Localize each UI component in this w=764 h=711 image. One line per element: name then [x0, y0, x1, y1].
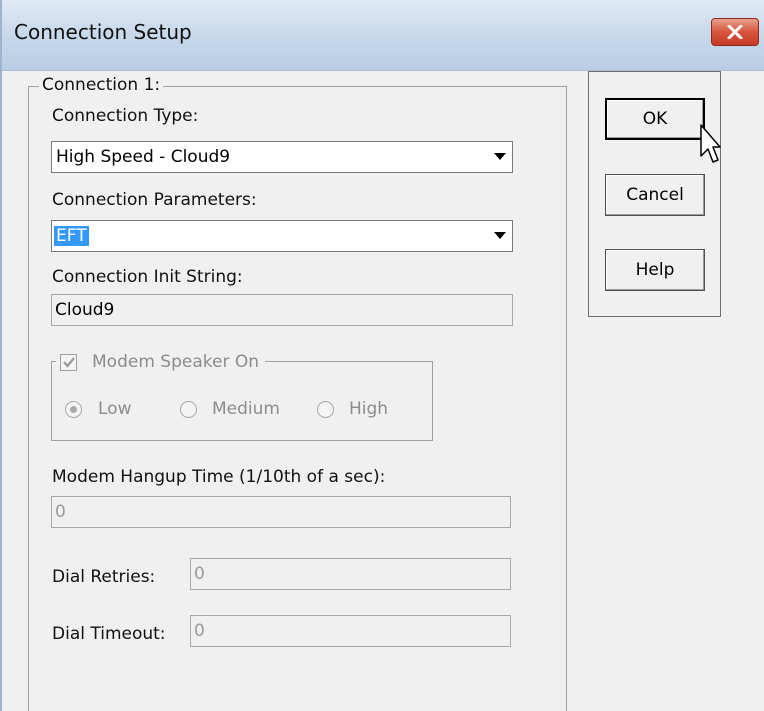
init-string-label: Connection Init String: — [52, 267, 243, 287]
ok-button[interactable]: OK — [605, 98, 705, 140]
title-bar[interactable]: Connection Setup — [2, 0, 764, 71]
connection-parameters-select[interactable]: EFT — [51, 220, 513, 252]
modem-speaker-checkbox[interactable] — [60, 354, 77, 371]
modem-speaker-label: Modem Speaker On — [92, 352, 259, 372]
dial-timeout-label: Dial Timeout: — [52, 624, 166, 644]
modem-speaker-header[interactable]: Modem Speaker On — [56, 351, 265, 373]
connection-setup-dialog: Connection Setup Connection 1: Connectio… — [0, 0, 764, 711]
dialog-client-area: Connection 1: Connection Type: High Spee… — [2, 71, 764, 711]
speaker-low-label: Low — [98, 399, 132, 419]
speaker-medium-radio[interactable] — [180, 401, 197, 418]
dropdown-arrow-icon[interactable] — [490, 144, 510, 170]
speaker-high-radio[interactable] — [317, 401, 334, 418]
speaker-high-label: High — [349, 399, 389, 419]
connection-parameters-value: EFT — [54, 226, 89, 246]
close-x-icon — [727, 25, 743, 39]
hangup-time-field[interactable]: 0 — [51, 496, 511, 528]
dial-timeout-field[interactable]: 0 — [190, 615, 511, 647]
dropdown-arrow-icon[interactable] — [490, 223, 510, 249]
speaker-low-radio[interactable] — [65, 401, 82, 418]
dial-retries-field[interactable]: 0 — [190, 558, 511, 590]
help-button[interactable]: Help — [605, 249, 705, 291]
connection-group-legend: Connection 1: — [39, 75, 164, 95]
close-button[interactable] — [711, 18, 759, 46]
dial-retries-label: Dial Retries: — [52, 567, 156, 587]
init-string-field[interactable]: Cloud9 — [51, 294, 513, 326]
connection-type-label: Connection Type: — [52, 106, 199, 126]
checkmark-icon — [62, 357, 75, 368]
speaker-medium-label: Medium — [212, 399, 280, 419]
cancel-button[interactable]: Cancel — [605, 174, 705, 216]
mouse-cursor-icon — [700, 124, 721, 163]
hangup-time-label: Modem Hangup Time (1/10th of a sec): — [52, 467, 386, 487]
connection-parameters-label: Connection Parameters: — [52, 190, 257, 210]
window-title: Connection Setup — [14, 20, 192, 44]
connection-type-value: High Speed - Cloud9 — [56, 147, 231, 167]
connection-type-select[interactable]: High Speed - Cloud9 — [51, 141, 513, 173]
